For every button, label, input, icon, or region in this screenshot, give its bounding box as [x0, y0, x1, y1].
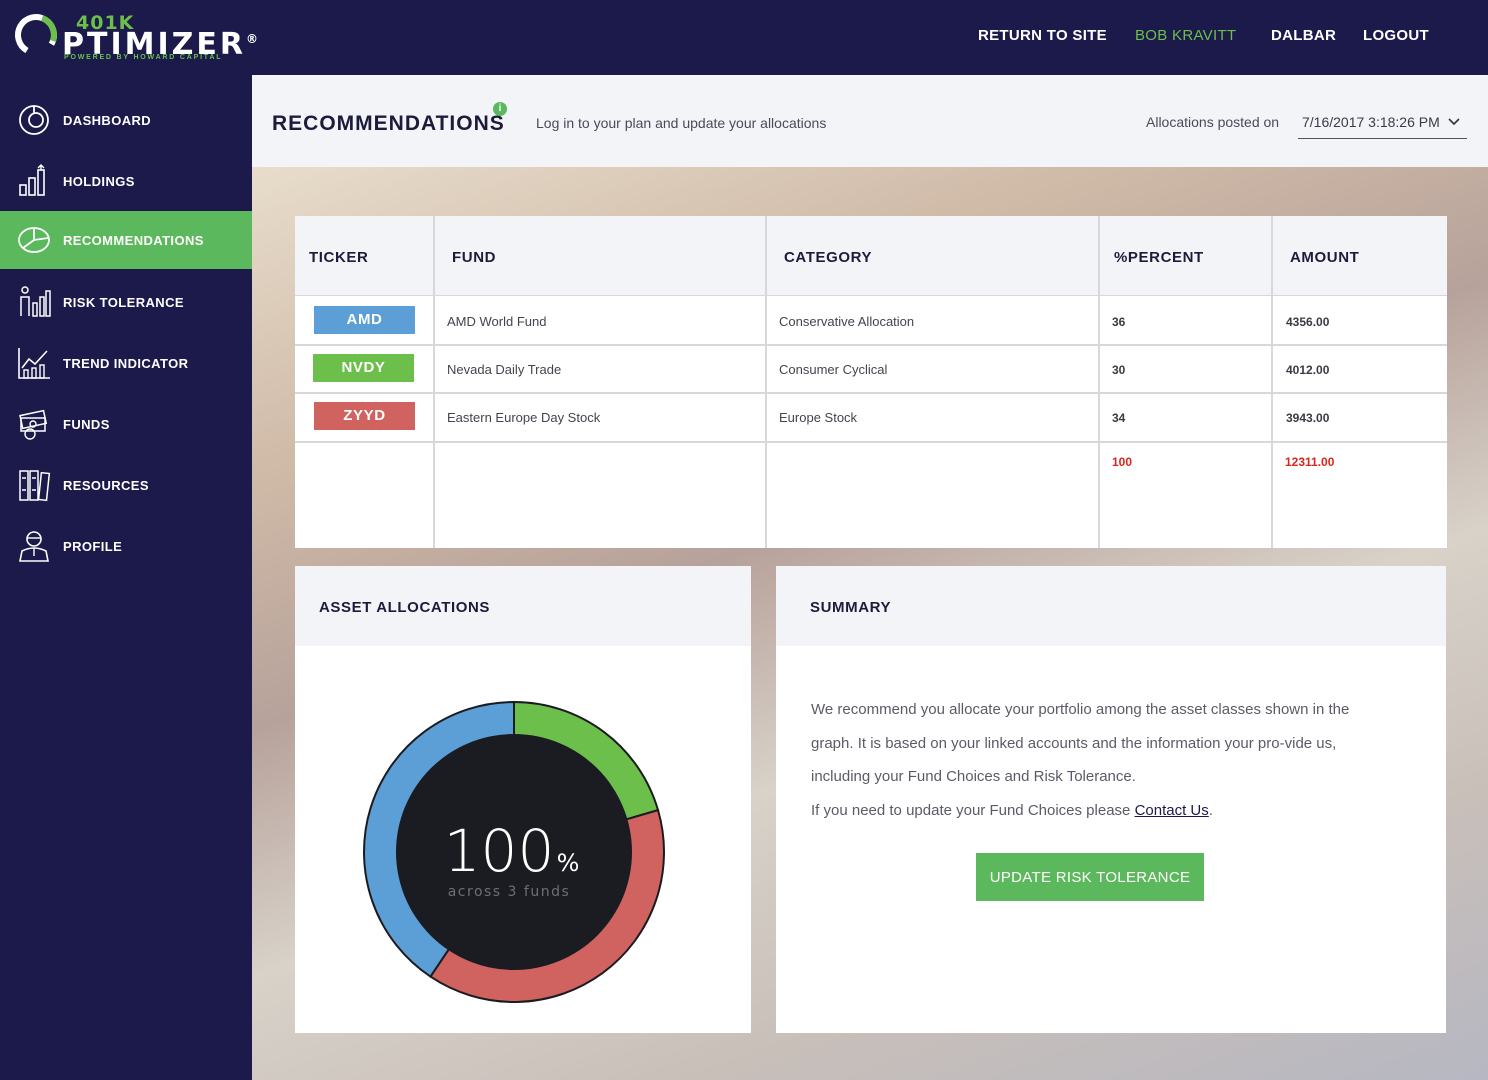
column-divider — [765, 216, 767, 548]
row-divider — [295, 441, 1447, 443]
return-to-site-link[interactable]: RETURN TO SITE — [978, 27, 1107, 44]
sidebar-item-label: TREND INDICATOR — [63, 355, 189, 371]
fund-percent: 36 — [1112, 315, 1126, 329]
card-title: SUMMARY — [810, 599, 892, 616]
fund-name: AMD World Fund — [447, 314, 547, 329]
sidebar-item-label: RECOMMENDATIONS — [63, 232, 204, 248]
sidebar-item-recommendations[interactable]: RECOMMENDATIONS — [0, 211, 254, 269]
summary-paragraph: We recommend you allocate your portfolio… — [811, 701, 1350, 785]
logout-link[interactable]: LOGOUT — [1363, 27, 1429, 44]
dalbar-link[interactable]: DALBAR — [1271, 27, 1336, 44]
sidebar-item-holdings[interactable]: HOLDINGS — [0, 152, 254, 210]
row-divider — [295, 344, 1447, 346]
allocation-donut-chart: 100 % across 3 funds — [363, 700, 665, 1003]
column-divider — [1098, 216, 1100, 548]
donut-center-unit: % — [557, 849, 580, 877]
summary-cta-prefix: If you need to update your Fund Choices … — [811, 801, 1135, 819]
column-header-fund: FUND — [452, 249, 497, 266]
asset-allocations-card: ASSET ALLOCATIONS 100 % across 3 funds — [295, 566, 751, 1033]
page-subtitle: Log in to your plan and update your allo… — [536, 115, 827, 131]
sidebar-item-profile[interactable]: PROFILE — [0, 517, 254, 575]
contact-us-link[interactable]: Contact Us — [1135, 802, 1209, 819]
fund-category: Europe Stock — [779, 410, 858, 425]
table-header: TICKER FUND CATEGORY %PERCENT AMOUNT — [295, 216, 1447, 296]
column-header-percent: %PERCENT — [1114, 249, 1204, 266]
fund-amount: 4012.00 — [1286, 363, 1330, 377]
logo[interactable]: 401K PTIMIZER® POWERED BY HOWARD CAPITAL — [12, 10, 258, 66]
sidebar-item-funds[interactable]: FUNDS — [0, 395, 254, 453]
page-title: RECOMMENDATIONS — [272, 112, 505, 135]
info-icon[interactable]: i — [493, 102, 507, 116]
sidebar-item-risk-tolerance[interactable]: RISK TOLERANCE — [0, 273, 254, 331]
ticker-badge-amd[interactable]: AMD — [314, 306, 415, 334]
allocations-date-value: 7/16/2017 3:18:26 PM — [1302, 114, 1440, 130]
sidebar-item-label: RESOURCES — [63, 477, 149, 493]
allocations-date-select[interactable]: 7/16/2017 3:18:26 PM — [1298, 105, 1467, 139]
row-divider — [295, 392, 1447, 394]
donut-center-caption: across 3 funds — [448, 884, 571, 900]
column-header-ticker: TICKER — [309, 249, 369, 266]
ticker-badge-zyyd[interactable]: ZYYD — [314, 402, 415, 430]
fund-amount: 4356.00 — [1286, 315, 1330, 329]
sidebar-item-label: PROFILE — [63, 538, 123, 554]
sidebar-item-label: HOLDINGS — [63, 173, 135, 189]
column-divider — [433, 216, 435, 548]
fund-name: Eastern Europe Day Stock — [447, 410, 601, 425]
summary-card: SUMMARY We recommend you allocate your p… — [776, 566, 1446, 1033]
ticker-badge-nvdy[interactable]: NVDY — [313, 354, 414, 382]
update-risk-tolerance-button[interactable]: UPDATE RISK TOLERANCE — [976, 853, 1204, 901]
card-title: ASSET ALLOCATIONS — [319, 599, 491, 616]
sidebar-item-dashboard[interactable]: DASHBOARD — [0, 91, 254, 149]
fund-category: Conservative Allocation — [779, 314, 915, 329]
fund-percent: 34 — [1112, 411, 1126, 425]
allocations-posted-label: Allocations posted on — [1146, 114, 1280, 130]
page-header: RECOMMENDATIONS i Log in to your plan an… — [252, 75, 1488, 167]
sidebar-item-label: DASHBOARD — [63, 112, 152, 128]
dashboard-icon — [17, 103, 51, 137]
profile-icon — [17, 529, 51, 563]
fund-category: Consumer Cyclical — [779, 362, 888, 377]
fund-amount: 3943.00 — [1286, 411, 1330, 425]
card-header: ASSET ALLOCATIONS — [295, 566, 751, 646]
recommendations-table: TICKER FUND CATEGORY %PERCENT AMOUNT AMD… — [295, 216, 1447, 548]
total-percent: 100 — [1112, 455, 1133, 469]
risk-icon — [17, 285, 51, 319]
holdings-icon — [17, 164, 51, 198]
sidebar: DASHBOARD HOLDINGS RECOMMENDATIONS RISK … — [0, 75, 254, 1080]
donut-center-value: 100 — [444, 817, 555, 885]
sidebar-item-trend-indicator[interactable]: TREND INDICATOR — [0, 334, 254, 392]
total-amount: 12311.00 — [1285, 455, 1335, 469]
card-header: SUMMARY — [776, 566, 1446, 646]
logo-tagline: POWERED BY HOWARD CAPITAL — [64, 54, 223, 61]
chevron-down-icon — [1447, 114, 1461, 133]
funds-icon — [17, 407, 51, 441]
sidebar-item-label: FUNDS — [63, 416, 110, 432]
column-divider — [1271, 216, 1273, 548]
sidebar-item-resources[interactable]: RESOURCES — [0, 456, 254, 514]
trend-icon — [17, 346, 51, 380]
sidebar-item-label: RISK TOLERANCE — [63, 294, 184, 310]
summary-cta-suffix: . — [1208, 801, 1213, 819]
fund-name: Nevada Daily Trade — [447, 362, 562, 377]
fund-percent: 30 — [1112, 363, 1126, 377]
pie-chart-icon — [17, 223, 51, 257]
column-header-amount: AMOUNT — [1290, 249, 1360, 266]
logo-ring-icon — [15, 14, 58, 56]
column-header-category: CATEGORY — [784, 249, 873, 266]
main-content: RECOMMENDATIONS i Log in to your plan an… — [252, 75, 1488, 1080]
summary-text: We recommend you allocate your portfolio… — [811, 693, 1391, 827]
top-bar: 401K PTIMIZER® POWERED BY HOWARD CAPITAL… — [0, 0, 1488, 75]
user-name-link[interactable]: BOB KRAVITT — [1135, 27, 1236, 44]
resources-icon — [17, 468, 51, 502]
